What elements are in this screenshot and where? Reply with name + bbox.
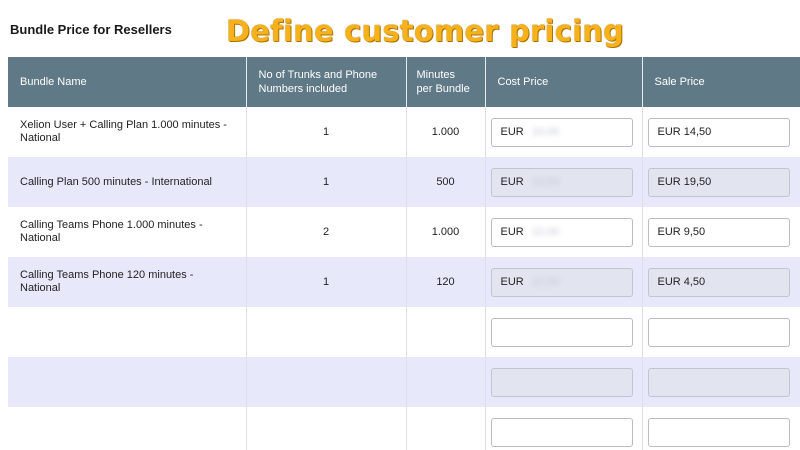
sale-price-input[interactable]: EUR 19,50 (647, 167, 790, 197)
cost-price-field[interactable]: EUR 10,00 (490, 217, 633, 247)
trunks-cell: 1 (246, 107, 407, 157)
cost-price-field-empty[interactable] (490, 317, 633, 347)
cost-price-field[interactable]: EUR 10,00 (490, 267, 633, 297)
empty-cell (8, 307, 247, 357)
sale-price-value: 4,50 (683, 275, 706, 288)
sale-currency: EUR (657, 225, 681, 238)
sale-price-input-empty[interactable] (647, 317, 790, 347)
sale-price-input[interactable]: EUR 14,50 (647, 117, 790, 147)
header-sale-price: Sale Price (654, 76, 705, 88)
cost-price-value-blurred: 10,00 (531, 275, 560, 288)
header-cost-price: Cost Price (485, 57, 643, 107)
empty-cell (246, 357, 407, 407)
minutes-cell: 1.000 (406, 107, 486, 157)
sale-price-input[interactable]: EUR 4,50 (647, 267, 790, 297)
table-row-empty (8, 357, 800, 407)
cost-currency: EUR (500, 275, 524, 288)
cost-price-field[interactable]: EUR 10,00 (490, 117, 633, 147)
empty-cell (246, 307, 407, 357)
header-trunks: No of Trunks and Phone Numbers included (246, 57, 407, 107)
cost-price-value-blurred: 10,00 (531, 225, 560, 238)
trunks-cell: 1 (246, 257, 407, 307)
cost-price-field-empty[interactable] (490, 367, 633, 397)
table-row: Xelion User + Calling Plan 1.000 minutes… (8, 107, 800, 157)
cost-currency: EUR (500, 125, 524, 138)
empty-cell (8, 357, 247, 407)
cost-currency: EUR (500, 225, 524, 238)
trunks-cell: 1 (246, 157, 407, 207)
table-row-empty (8, 307, 800, 357)
minutes-cell: 500 (406, 157, 486, 207)
header-minutes: Minutes per Bundle (406, 57, 486, 107)
page-title: Bundle Price for Resellers (10, 22, 172, 37)
sale-price-input[interactable]: EUR 9,50 (647, 217, 790, 247)
bundle-name-cell: Calling Plan 500 minutes - International (8, 157, 247, 207)
minutes-cell: 1.000 (406, 207, 486, 257)
table-row: Calling Teams Phone 1.000 minutes - Nati… (8, 207, 800, 257)
empty-cell (246, 407, 407, 450)
sale-price-value: 19,50 (683, 175, 712, 188)
cost-price-value-blurred: 10,00 (531, 125, 560, 138)
sale-price-value: 14,50 (683, 125, 712, 138)
sale-price-value: 9,50 (683, 225, 706, 238)
overlay-caption: Define customer pricing (226, 14, 625, 48)
empty-cell (406, 307, 486, 357)
table-row: Calling Plan 500 minutes - International… (8, 157, 800, 207)
sale-currency: EUR (657, 125, 681, 138)
empty-cell (8, 407, 247, 450)
sale-price-input-empty[interactable] (647, 417, 790, 447)
sale-price-input-empty[interactable] (647, 367, 790, 397)
bundle-name-cell: Calling Teams Phone 1.000 minutes - Nati… (8, 207, 247, 257)
header-bundle-name: Bundle Name (8, 57, 247, 107)
cost-currency: EUR (500, 175, 524, 188)
bundle-price-table: Bundle Name No of Trunks and Phone Numbe… (8, 57, 800, 450)
cost-price-value-blurred: 10,00 (531, 175, 560, 188)
bundle-name-cell: Calling Teams Phone 120 minutes - Nation… (8, 257, 247, 307)
sale-currency: EUR (657, 175, 681, 188)
minutes-cell: 120 (406, 257, 486, 307)
empty-cell (406, 407, 486, 450)
sale-currency: EUR (657, 275, 681, 288)
table-row: Calling Teams Phone 120 minutes - Nation… (8, 257, 800, 307)
trunks-cell: 2 (246, 207, 407, 257)
empty-cell (406, 357, 486, 407)
table-header-row: Bundle Name No of Trunks and Phone Numbe… (8, 57, 800, 107)
bundle-name-cell: Xelion User + Calling Plan 1.000 minutes… (8, 107, 247, 157)
cost-price-field-empty[interactable] (490, 417, 633, 447)
table-row-empty (8, 407, 800, 450)
cost-price-field[interactable]: EUR 10,00 (490, 167, 633, 197)
